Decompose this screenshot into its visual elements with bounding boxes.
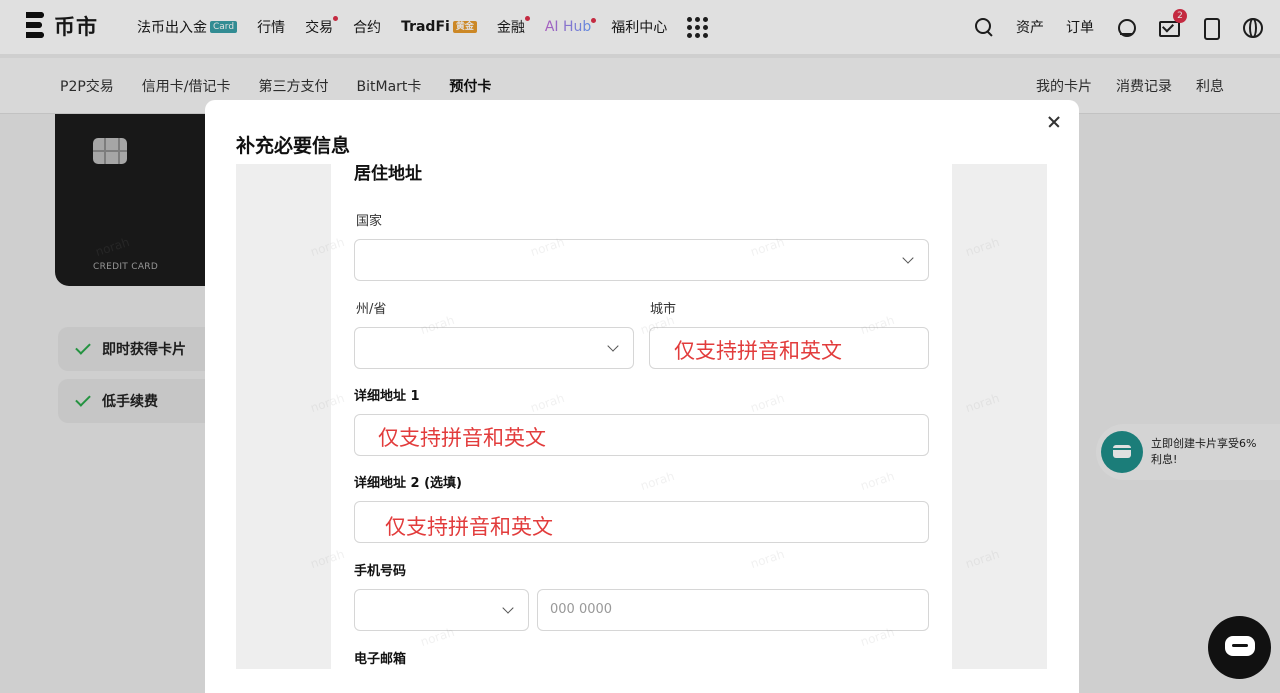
address2-annotation: 仅支持拼音和英文 [385, 515, 553, 539]
city-annotation: 仅支持拼音和英文 [674, 339, 842, 363]
address1-annotation: 仅支持拼音和英文 [378, 426, 546, 450]
address2-label: 详细地址 2 (选填) [354, 476, 462, 491]
right-gutter [952, 164, 1047, 669]
chevron-down-icon [607, 340, 619, 352]
section-title: 居住地址 [354, 164, 422, 184]
phone-number-input[interactable]: 000 0000 [537, 589, 929, 631]
state-select[interactable] [354, 327, 634, 369]
left-gutter [236, 164, 331, 669]
close-icon[interactable] [1047, 114, 1063, 130]
country-label: 国家 [356, 214, 383, 229]
modal-title: 补充必要信息 [236, 135, 351, 157]
chevron-down-icon [502, 602, 514, 614]
country-select[interactable] [354, 239, 929, 281]
residential-address-form: 居住地址 国家 州/省 城市 仅支持拼音和英文 详细地址 1 仅支持拼音和英文 … [331, 164, 952, 693]
phone-label: 手机号码 [354, 564, 407, 579]
address1-label: 详细地址 1 [354, 389, 420, 404]
phone-placeholder: 000 0000 [550, 602, 613, 617]
chat-support-button[interactable] [1208, 616, 1271, 679]
chevron-down-icon [902, 252, 914, 264]
required-info-modal: 补充必要信息 居住地址 国家 州/省 城市 仅支持拼音和英文 详细地址 1 仅支… [205, 100, 1079, 693]
email-label: 电子邮箱 [354, 652, 407, 667]
state-label: 州/省 [356, 302, 387, 317]
city-label: 城市 [650, 302, 677, 317]
phone-country-code-select[interactable] [354, 589, 529, 631]
